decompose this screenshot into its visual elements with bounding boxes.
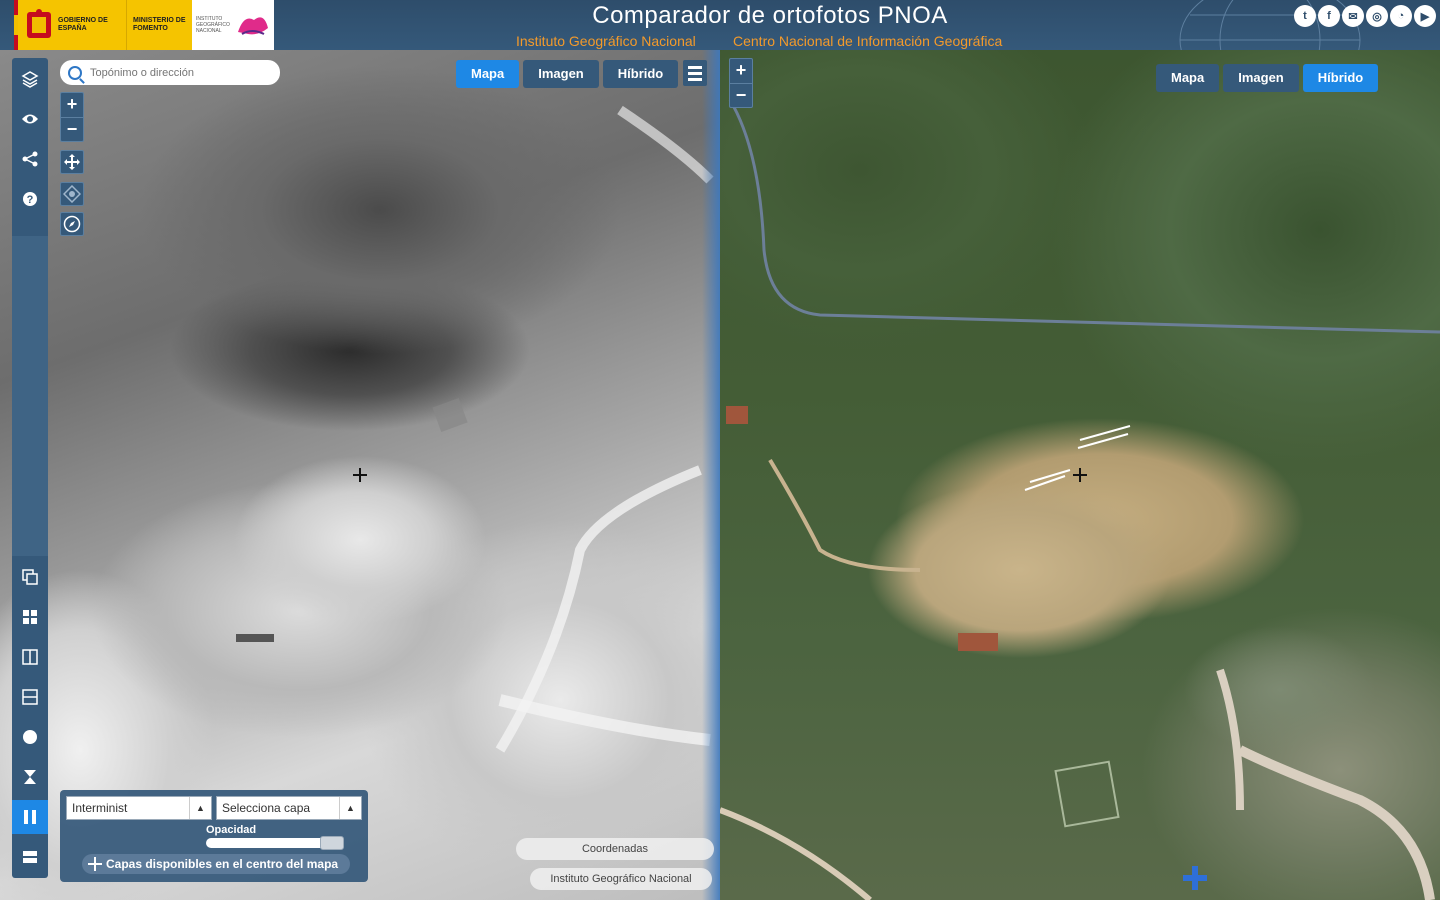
right-map-current[interactable] (720, 50, 1440, 900)
eye-icon[interactable] (12, 102, 48, 136)
split-horizontal-icon[interactable] (12, 680, 48, 714)
government-logo[interactable]: GOBIERNO DE ESPAÑA MINISTERIO DE FOMENTO… (14, 0, 274, 50)
share-icon[interactable] (12, 142, 48, 176)
center-layers-label: Capas disponibles en el centro del mapa (106, 857, 339, 871)
right-crosshair (1073, 468, 1087, 482)
right-zoom-in-button[interactable]: + (730, 59, 752, 83)
opacity-label: Opacidad (206, 824, 257, 836)
grid-icon[interactable] (12, 600, 48, 634)
social-links: t f ✉ ◎ ◔ ▶ (1294, 5, 1436, 27)
svg-text:?: ? (27, 194, 34, 206)
split-vertical-icon[interactable] (12, 640, 48, 674)
left-layer-mapa[interactable]: Mapa (456, 60, 520, 88)
year-select-value: Interminist (72, 801, 128, 815)
facebook-icon[interactable]: f (1318, 5, 1340, 27)
ign-logo: INSTITUTO GEOGRÁFICO NACIONAL (192, 0, 274, 50)
location-marker-icon[interactable] (1183, 866, 1207, 890)
right-layer-switch: Mapa Imagen Híbrido (1156, 64, 1379, 92)
left-layer-imagen[interactable]: Imagen (523, 60, 599, 88)
center-layers-button[interactable]: Capas disponibles en el centro del mapa (82, 854, 350, 874)
coordinates-button[interactable]: Coordenadas (516, 838, 714, 860)
opacity-slider[interactable] (206, 836, 344, 850)
app-title: Comparador de ortofotos PNOA (592, 2, 948, 29)
zoom-in-button[interactable]: + (61, 93, 83, 117)
compass-icon[interactable] (60, 212, 84, 236)
search-icon (68, 65, 82, 80)
search-box[interactable] (60, 60, 280, 85)
cnig-link[interactable]: Centro Nacional de Información Geográfic… (733, 33, 1002, 49)
year-select[interactable]: Interminist ▲ (66, 796, 212, 820)
rss-icon[interactable]: ◔ (1390, 5, 1412, 27)
circle-icon[interactable] (12, 720, 48, 754)
cnig-logo-icon (238, 17, 268, 35)
ign-text: INSTITUTO GEOGRÁFICO NACIONAL (196, 16, 230, 34)
left-layer-switch: Mapa Imagen Híbrido (456, 60, 679, 88)
chevron-up-icon: ▲ (339, 797, 361, 819)
hourglass-icon[interactable] (12, 760, 48, 794)
plus-icon (88, 857, 102, 871)
left-sidebar: ? (12, 58, 48, 878)
layers-icon[interactable] (12, 62, 48, 96)
copy-icon[interactable] (12, 560, 48, 594)
right-layer-imagen[interactable]: Imagen (1223, 64, 1299, 92)
sidebar-divider (12, 236, 48, 556)
gobierno-logo: GOBIERNO DE ESPAÑA (18, 0, 126, 50)
left-crosshair (353, 468, 367, 482)
opacity-slider-handle[interactable] (320, 836, 344, 850)
ministerio-text: MINISTERIO DE FOMENTO (133, 17, 186, 32)
right-layer-mapa[interactable]: Mapa (1156, 64, 1220, 92)
instagram-icon[interactable]: ◎ (1366, 5, 1388, 27)
right-layer-hibrido[interactable]: Híbrido (1302, 64, 1379, 92)
ministerio-logo: MINISTERIO DE FOMENTO (126, 0, 192, 50)
search-input[interactable] (90, 66, 270, 79)
ign-link[interactable]: Instituto Geográfico Nacional (516, 33, 696, 49)
layer-select[interactable]: Selecciona capa ▲ (216, 796, 362, 820)
chevron-up-icon: ▲ (189, 797, 211, 819)
left-zoom-control: + − (60, 92, 84, 142)
gobierno-text: GOBIERNO DE ESPAÑA (58, 17, 108, 32)
email-icon[interactable]: ✉ (1342, 5, 1364, 27)
right-zoom-control: + − (729, 58, 753, 108)
youtube-icon[interactable]: ▶ (1414, 5, 1436, 27)
menu-icon[interactable] (683, 60, 707, 86)
left-map-historic[interactable] (0, 50, 720, 900)
header: GOBIERNO DE ESPAÑA MINISTERIO DE FOMENTO… (0, 0, 1440, 50)
zoom-out-button[interactable]: − (61, 117, 83, 141)
pan-icon[interactable] (60, 150, 84, 174)
twitter-icon[interactable]: t (1294, 5, 1316, 27)
left-layer-hibrido[interactable]: Híbrido (602, 60, 679, 88)
help-icon[interactable]: ? (12, 182, 48, 216)
attribution-text: Instituto Geográfico Nacional (530, 868, 712, 890)
right-zoom-out-button[interactable]: − (730, 83, 752, 107)
layer-selector-panel: Interminist ▲ Selecciona capa ▲ Opacidad… (60, 790, 368, 882)
columns-icon[interactable] (12, 800, 48, 834)
locate-icon[interactable] (60, 182, 84, 206)
coat-of-arms-icon (24, 6, 54, 44)
rows-icon[interactable] (12, 840, 48, 874)
app-root: GOBIERNO DE ESPAÑA MINISTERIO DE FOMENTO… (0, 0, 1440, 900)
layer-select-value: Selecciona capa (222, 801, 311, 815)
